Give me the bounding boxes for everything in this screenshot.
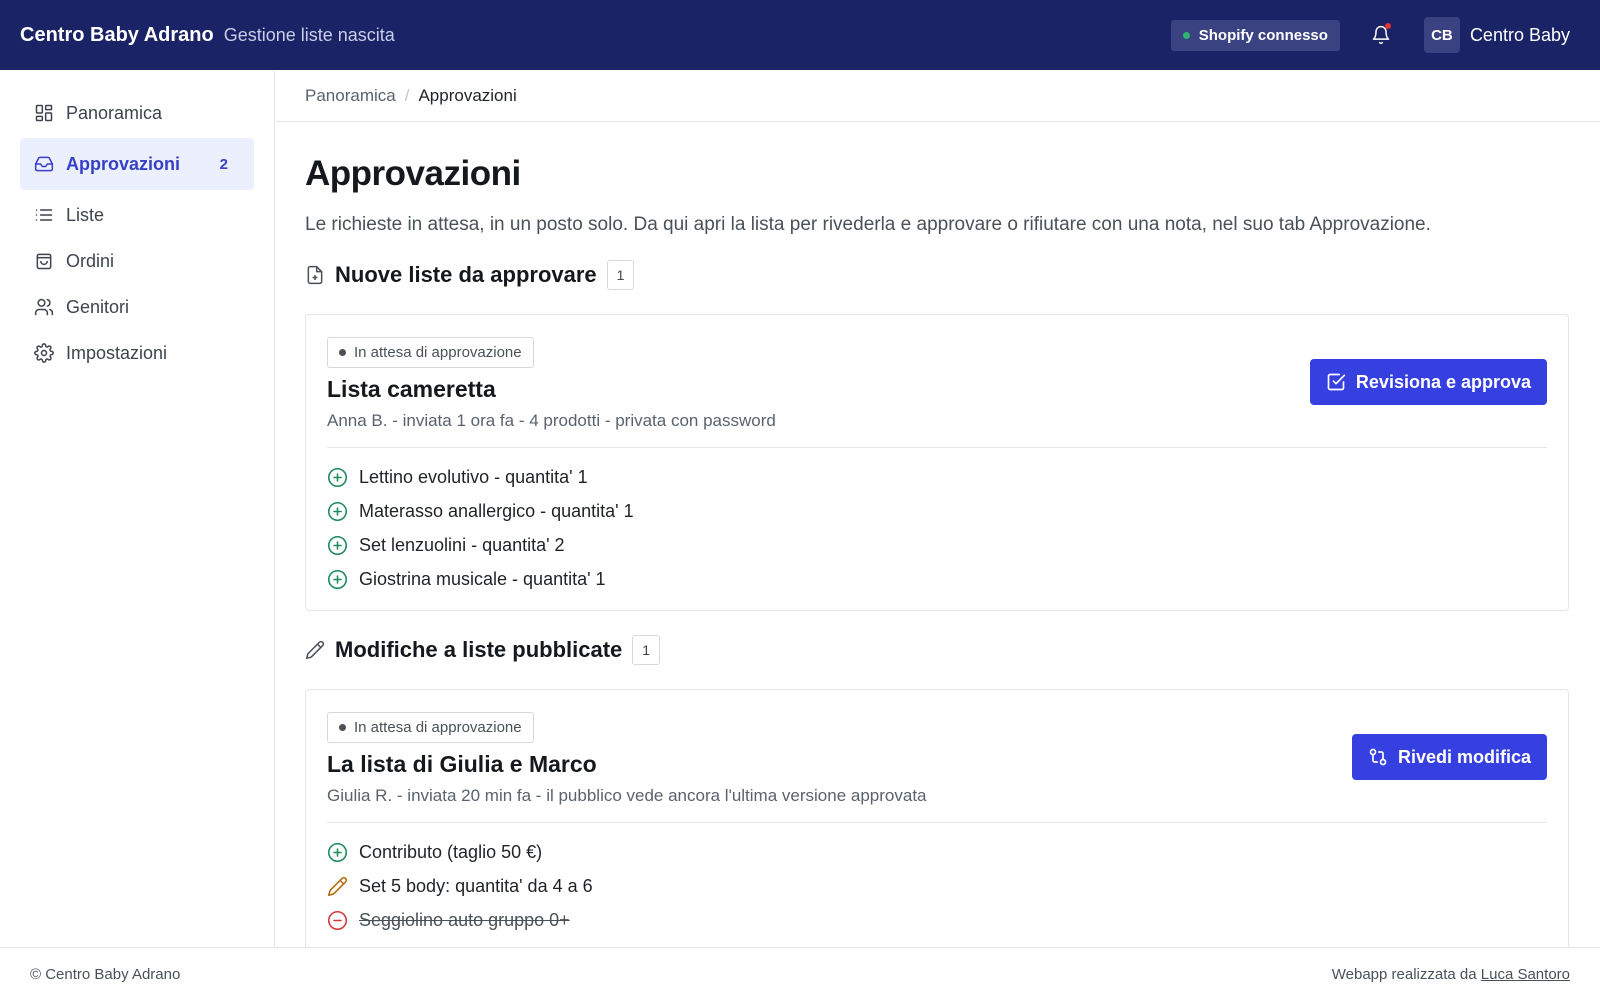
- plus-circle-icon: [327, 467, 348, 487]
- card-info: In attesa di approvazione La lista di Gi…: [327, 712, 927, 806]
- sidebar-item-genitori[interactable]: Genitori: [20, 284, 254, 330]
- section-count-badge: 1: [606, 260, 635, 290]
- notifications-button[interactable]: [1368, 22, 1394, 48]
- sidebar-item-label: Ordini: [66, 250, 115, 271]
- minus-circle-icon: [327, 910, 348, 930]
- status-label: In attesa di approvazione: [354, 719, 522, 736]
- review-approve-button[interactable]: Revisiona e approva: [1309, 359, 1547, 405]
- sidebar-item-panoramica[interactable]: Panoramica: [20, 90, 254, 136]
- sidebar-item-liste[interactable]: Liste: [20, 192, 254, 238]
- list-item: Set 5 body: quantita' da 4 a 6: [327, 869, 1547, 903]
- list-item: Giostrina musicale - quantita' 1: [327, 562, 1547, 596]
- footer-copyright: © Centro Baby Adrano: [30, 965, 181, 983]
- footer-credit-prefix: Webapp realizzata da: [1331, 965, 1477, 983]
- page-title: Approvazioni: [305, 154, 521, 193]
- breadcrumb-current: Approvazioni: [418, 85, 517, 105]
- sidebar-item-label: Panoramica: [66, 102, 163, 123]
- card-meta: Anna B. - inviata 1 ora fa - 4 prodotti …: [327, 411, 776, 430]
- card-header: In attesa di approvazione Lista camerett…: [327, 337, 1547, 431]
- section-title: Nuove liste da approvare: [335, 262, 597, 287]
- divider: [327, 447, 1547, 448]
- pencil-icon: [327, 876, 348, 896]
- top-bar: Centro Baby Adrano Gestione liste nascit…: [0, 0, 1600, 70]
- sidebar: Panoramica Approvazioni 2 Liste Ordini G…: [0, 70, 275, 947]
- card-meta: Giulia R. - inviata 20 min fa - il pubbl…: [327, 786, 927, 805]
- item-text: Set 5 body: quantita' da 4 a 6: [359, 875, 593, 896]
- sidebar-item-ordini[interactable]: Ordini: [20, 238, 254, 284]
- sidebar-item-label: Approvazioni: [66, 153, 181, 174]
- file-plus-icon: [307, 265, 323, 285]
- sidebar-item-label: Impostazioni: [66, 342, 168, 363]
- main-content: Panoramica / Approvazioni Approvazioni L…: [276, 70, 1600, 947]
- review-change-button[interactable]: Rivedi modifica: [1351, 734, 1547, 780]
- button-label: Rivedi modifica: [1397, 746, 1531, 767]
- section-modifications-header: Modifiche a liste pubblicate 1: [305, 633, 1569, 667]
- gear-icon: [34, 343, 54, 363]
- grid-icon: [35, 104, 53, 122]
- content-area: Approvazioni Le richieste in attesa, in …: [276, 154, 1600, 947]
- breadcrumb: Panoramica / Approvazioni: [276, 70, 1600, 122]
- shopify-status-label: Shopify connesso: [1198, 26, 1328, 44]
- check-square-icon: [1327, 373, 1346, 391]
- divider: [327, 822, 1547, 823]
- sidebar-item-label: Genitori: [66, 296, 130, 317]
- section-new-lists-header: Nuove liste da approvare 1: [305, 258, 1569, 292]
- plus-circle-icon: [327, 535, 348, 555]
- list-item: Materasso anallergico - quantita' 1: [327, 494, 1547, 528]
- section-count-badge: 1: [632, 635, 661, 665]
- section-title: Modifiche a liste pubblicate: [335, 637, 623, 662]
- list-icon: [35, 209, 53, 221]
- brand-subtitle: Gestione liste nascita: [223, 24, 395, 45]
- footer-credit: Webapp realizzata da Luca Santoro: [1332, 966, 1570, 983]
- approval-card-lista-cameretta: In attesa di approvazione Lista camerett…: [305, 314, 1569, 611]
- status-badge: In attesa di approvazione: [327, 337, 534, 368]
- sidebar-item-count: 2: [219, 155, 228, 173]
- item-text: Materasso anallergico - quantita' 1: [359, 500, 634, 521]
- footer-credit-link[interactable]: Luca Santoro: [1481, 966, 1570, 983]
- avatar[interactable]: CB: [1423, 17, 1460, 53]
- footer: © Centro Baby Adrano Webapp realizzata d…: [0, 947, 1600, 1000]
- item-text: Set lenzuolini - quantita' 2: [359, 534, 565, 555]
- list-item: Contributo (taglio 50 €): [327, 835, 1547, 869]
- user-name[interactable]: Centro Baby: [1470, 25, 1570, 46]
- card-title[interactable]: Lista cameretta: [327, 376, 776, 403]
- plus-circle-icon: [327, 569, 348, 589]
- card-header: In attesa di approvazione La lista di Gi…: [327, 712, 1547, 806]
- status-dot-icon: [339, 724, 346, 731]
- status-dot-icon: [339, 349, 346, 356]
- item-text: Contributo (taglio 50 €): [359, 841, 543, 862]
- inbox-icon: [34, 156, 54, 172]
- card-title[interactable]: La lista di Giulia e Marco: [327, 751, 927, 778]
- list-item: Seggiolino auto gruppo 0+: [327, 903, 1547, 937]
- card-info: In attesa di approvazione Lista camerett…: [327, 337, 776, 431]
- status-badge: In attesa di approvazione: [327, 712, 534, 743]
- plus-circle-icon: [327, 501, 348, 521]
- plus-circle-icon: [327, 842, 348, 862]
- item-text: Giostrina musicale - quantita' 1: [359, 568, 606, 589]
- item-text: Seggiolino auto gruppo 0+: [359, 909, 570, 930]
- approval-card-lista-giulia-marco: In attesa di approvazione La lista di Gi…: [305, 689, 1569, 947]
- notification-dot-icon: [1384, 23, 1391, 29]
- button-label: Revisiona e approva: [1355, 371, 1531, 392]
- sidebar-item-approvazioni[interactable]: Approvazioni 2: [20, 138, 254, 190]
- page-description: Le richieste in attesa, in un posto solo…: [305, 214, 1431, 235]
- sidebar-item-label: Liste: [66, 204, 105, 225]
- list-item: Lettino evolutivo - quantita' 1: [327, 460, 1547, 494]
- connected-dot-icon: [1182, 31, 1190, 39]
- sidebar-item-impostazioni[interactable]: Impostazioni: [20, 330, 254, 376]
- item-text: Lettino evolutivo - quantita' 1: [359, 466, 588, 487]
- breadcrumb-separator: /: [404, 85, 410, 105]
- breadcrumb-panoramica[interactable]: Panoramica: [305, 86, 396, 106]
- users-icon: [34, 298, 54, 316]
- git-compare-icon: [1369, 748, 1387, 766]
- pencil-icon: [305, 640, 325, 660]
- status-label: In attesa di approvazione: [354, 344, 522, 361]
- shopping-bag-icon: [36, 253, 52, 270]
- list-item: Set lenzuolini - quantita' 2: [327, 528, 1547, 562]
- brand-name[interactable]: Centro Baby Adrano: [20, 24, 214, 47]
- shopify-status-badge[interactable]: Shopify connesso: [1170, 19, 1340, 51]
